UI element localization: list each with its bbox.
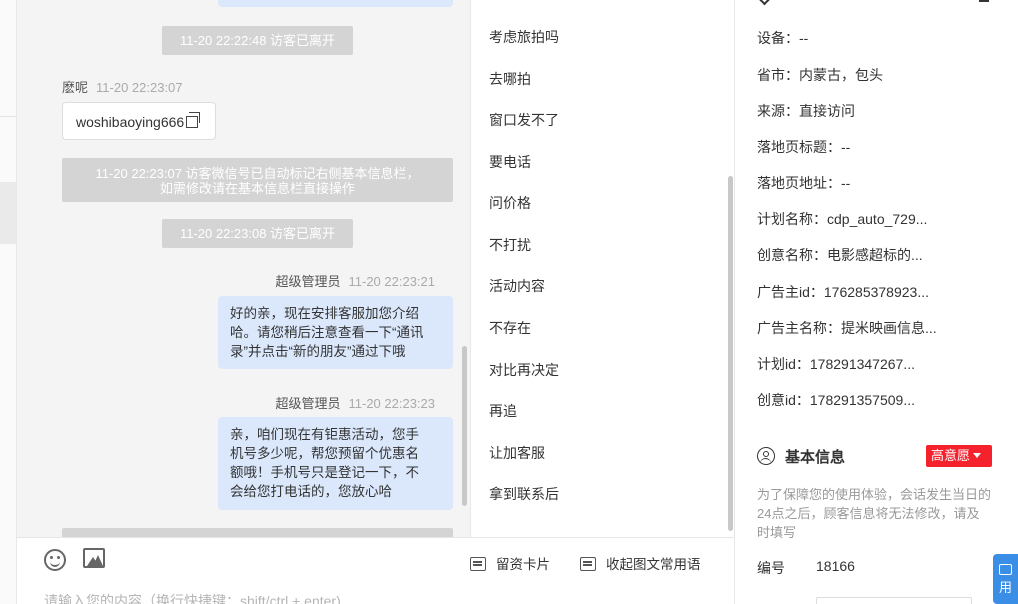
message-line: 额哦！手机号只是登记一下，不 [230, 465, 419, 480]
user-icon [757, 447, 775, 465]
phrases-icon [580, 557, 596, 571]
edit-notice: 为了保障您的使用体验，会话发生当日的24点之后，顾客信息将无法修改，请及时填写 [757, 487, 992, 540]
visitor-time: 11-20 22:23:07 [96, 80, 183, 95]
app-root: 11-20 22:22:48 访客已离开 麽呢 11-20 22:23:07 wo… [0, 0, 1018, 604]
agent-name: 超级管理员 [275, 274, 341, 289]
caret-down-icon [973, 453, 982, 458]
message-line: 录”并点击“新的朋友”通过下哦 [230, 344, 406, 359]
intent-dropdown[interactable]: 高意愿 [926, 445, 992, 467]
copy-icon[interactable] [186, 112, 201, 128]
message-bubble-partial [218, 0, 453, 7]
quick-reply-item[interactable]: 拿到联系后 [489, 484, 559, 504]
message-line: 机号多少呢，帮您预留个优惠名 [230, 446, 419, 461]
system-message-partial [62, 528, 453, 537]
basic-info-label: 基本信息 [785, 449, 846, 466]
collapse-phrases-label: 收起图文常用语 [606, 557, 701, 572]
selected-conversation-indicator[interactable] [0, 182, 16, 244]
message-line: 好的亲，现在安排客服加您介绍 [230, 306, 419, 321]
leave-card-button[interactable]: 留资卡片 [470, 553, 550, 573]
replies-scrollbar[interactable] [728, 176, 733, 531]
agent-message-bubble: 亲，咱们现在有钜惠活动，您手 机号多少呢，帮您预留个优惠名 额哦！手机号只是登记… [218, 417, 453, 510]
agent-message-bubble: 好的亲，现在安排客服加您介绍 哈。请您稍后注意查看一下“通讯 录”并点击“新的朋… [218, 296, 453, 369]
visitor-meta: 麽呢 11-20 22:23:07 [62, 77, 183, 96]
image-icon[interactable] [83, 548, 105, 568]
wechat-id-text: woshibaoying666 [76, 114, 185, 130]
info-source: 来源：直接访问 [757, 103, 855, 119]
info-region: 省市：内蒙古，包头 [757, 67, 883, 83]
agent-time: 11-20 22:23:23 [348, 396, 436, 411]
agent-meta: 超级管理员 11-20 22:23:23 [275, 393, 435, 412]
system-message: 11-20 22:22:48 访客已离开 [162, 26, 353, 55]
quick-reply-item[interactable]: 不打扰 [489, 235, 531, 255]
system-message: 11-20 22:23:08 访客已离开 [162, 219, 353, 248]
wechat-id-card[interactable]: woshibaoying666 [62, 102, 216, 140]
info-device: 设备：-- [757, 30, 809, 46]
emoji-icon[interactable] [44, 549, 66, 571]
leave-card-label: 留资卡片 [496, 557, 550, 572]
info-landing-url: 落地页地址：-- [757, 175, 851, 191]
info-creative-name: 创意名称：电影感超标的... [757, 247, 923, 263]
collapse-icon[interactable] [979, 0, 989, 2]
info-creative-id: 创意id：178291357509... [757, 392, 915, 408]
quick-reply-item[interactable]: 让加客服 [489, 443, 545, 463]
agent-name: 超级管理员 [275, 396, 341, 411]
visitor-name: 麽呢 [62, 80, 89, 95]
quick-replies-panel: 考虑旅拍吗 去哪拍 窗口发不了 要电话 问价格 不打扰 活动内容 不存在 对比再… [470, 0, 734, 537]
agent-time: 11-20 22:23:21 [348, 274, 436, 289]
chat-scrollbar[interactable] [462, 346, 467, 506]
info-advertiser-id: 广告主id：176285378923... [757, 284, 929, 300]
id-label: 编号 [757, 560, 785, 576]
intent-label: 高意愿 [931, 448, 971, 463]
quick-reply-item[interactable]: 问价格 [489, 193, 531, 213]
system-message-line: 11-20 22:23:07 访客微信号已自动标记右侧基本信息栏， [95, 166, 420, 181]
quick-reply-item[interactable]: 再追 [489, 401, 517, 421]
message-input-area: 留资卡片 收起图文常用语 请输入您的内容（换行快捷键：shift/ctrl + … [17, 537, 734, 604]
chat-icon [999, 564, 1012, 575]
agent-meta: 超级管理员 11-20 22:23:21 [275, 271, 435, 290]
id-value: 18166 [816, 558, 855, 574]
quick-reply-item[interactable]: 考虑旅拍吗 [489, 27, 559, 47]
info-advertiser-name: 广告主名称：提米映画信息... [757, 320, 937, 336]
info-plan-id: 计划id：178291347267... [757, 356, 915, 372]
quick-reply-item[interactable]: 活动内容 [489, 276, 545, 296]
quick-reply-item[interactable]: 去哪拍 [489, 69, 531, 89]
quick-reply-item[interactable]: 不存在 [489, 318, 531, 338]
collapse-phrases-button[interactable]: 收起图文常用语 [580, 553, 701, 573]
info-plan-name: 计划名称：cdp_auto_729... [757, 211, 928, 227]
floating-chat-button[interactable]: 用 [993, 554, 1018, 604]
message-line: 亲，咱们现在有钜惠活动，您手 [230, 427, 419, 442]
visitor-info-panel: 设备：-- 省市：内蒙古，包头 来源：直接访问 落地页标题：-- 落地页地址：-… [734, 0, 1018, 604]
quick-reply-item[interactable]: 窗口发不了 [489, 110, 559, 130]
system-message-line: 如需修改请在基本信息栏直接操作 [159, 181, 355, 196]
next-field-input[interactable] [816, 597, 972, 604]
divider [0, 116, 16, 117]
info-landing-title: 落地页标题：-- [757, 139, 851, 155]
message-line: 会给您打电话的，您放心哈 [230, 484, 392, 499]
floating-button-label: 用 [998, 580, 1012, 595]
quick-reply-item[interactable]: 要电话 [489, 152, 531, 172]
system-message: 11-20 22:23:07 访客微信号已自动标记右侧基本信息栏， 如需修改请在… [62, 158, 453, 202]
basic-info-title: 基本信息 [757, 446, 845, 467]
chat-history[interactable]: 11-20 22:22:48 访客已离开 麽呢 11-20 22:23:07 wo… [17, 0, 470, 537]
message-input[interactable]: 请输入您的内容（换行快捷键：shift/ctrl + enter) [44, 591, 341, 604]
chevron-icon[interactable] [756, 0, 773, 6]
card-icon [470, 557, 486, 571]
quick-reply-item[interactable]: 对比再决定 [489, 360, 559, 380]
left-nav-strip [0, 0, 17, 604]
message-line: 哈。请您稍后注意查看一下“通讯 [230, 325, 424, 340]
